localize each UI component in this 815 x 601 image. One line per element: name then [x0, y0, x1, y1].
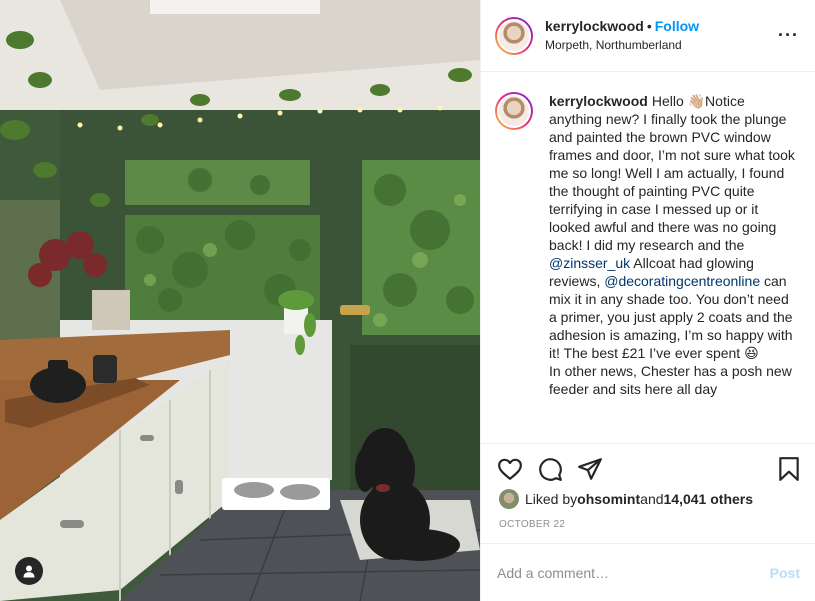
caption-username[interactable]: kerrylockwood	[549, 93, 648, 109]
comment-form: Post	[481, 543, 815, 601]
caption-body: In other news, Chester has a posh new fe…	[549, 363, 792, 397]
caption-avatar[interactable]	[495, 92, 533, 130]
author-info: kerrylockwood • Follow Morpeth, Northumber…	[545, 17, 699, 54]
post-header: kerrylockwood • Follow Morpeth, Northumber…	[481, 0, 815, 72]
follow-button[interactable]: Follow	[655, 18, 699, 34]
tagged-users-button[interactable]	[15, 557, 43, 585]
avatar	[497, 18, 531, 53]
author-username[interactable]: kerrylockwood	[545, 18, 644, 34]
likes-middle: and	[640, 491, 664, 507]
action-bar	[481, 443, 815, 493]
avatar	[497, 94, 531, 128]
likes-count[interactable]: 14,041 others	[664, 491, 754, 507]
caption-body: Hello 👋🏼Notice anything new? I finally t…	[549, 93, 795, 253]
likes-prefix: Liked by	[525, 491, 578, 507]
post-comment-button[interactable]: Post	[770, 565, 800, 581]
comment-icon[interactable]	[537, 456, 563, 482]
comment-input[interactable]	[497, 564, 770, 581]
separator: •	[646, 18, 652, 34]
likes-summary: Liked by ohsomint and 14,041 others	[499, 489, 753, 509]
heart-icon[interactable]	[497, 456, 523, 482]
liker-avatar[interactable]	[499, 489, 519, 509]
bookmark-icon[interactable]	[776, 456, 802, 482]
person-icon	[23, 565, 35, 578]
post-image	[0, 0, 480, 601]
comments-scroll-area[interactable]: kerrylockwood Hello 👋🏼Notice anything new…	[481, 72, 815, 442]
location-link[interactable]: Morpeth, Northumberland	[545, 36, 699, 54]
share-icon[interactable]	[577, 456, 603, 482]
author-avatar[interactable]	[495, 16, 533, 55]
mention-link[interactable]: @decoratingcentreonline	[604, 273, 760, 289]
caption-text: kerrylockwood Hello 👋🏼Notice anything new…	[549, 92, 797, 398]
more-horizontal-icon[interactable]: ···	[778, 26, 799, 44]
post-date[interactable]: OCTOBER 22	[499, 519, 565, 530]
mention-link[interactable]: @zinsser_uk	[549, 255, 630, 271]
post-photo[interactable]	[0, 0, 480, 601]
caption: kerrylockwood Hello 👋🏼Notice anything new…	[495, 92, 801, 398]
post-panel: kerrylockwood • Follow Morpeth, Northumber…	[480, 0, 815, 601]
liker-username[interactable]: ohsomint	[577, 491, 640, 507]
